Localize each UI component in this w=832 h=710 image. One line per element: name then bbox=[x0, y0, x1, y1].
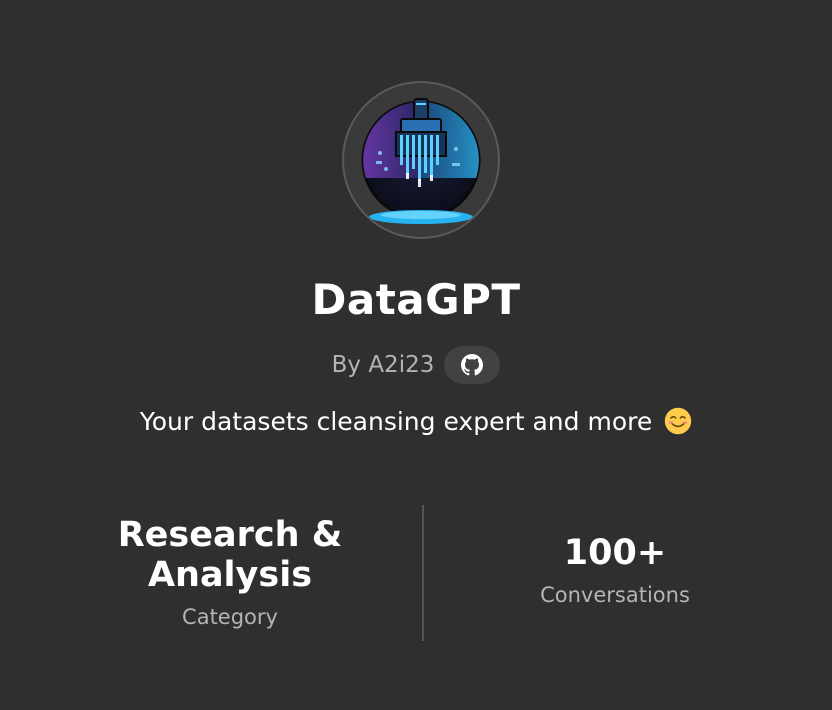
category-stat: Research & Analysis Category bbox=[30, 515, 430, 629]
category-value: Research & Analysis bbox=[30, 515, 430, 595]
description-text: Your datasets cleansing expert and more bbox=[139, 407, 653, 436]
gpt-profile-page: DataGPT By A2i23 Your datasets cleansing… bbox=[0, 0, 832, 710]
gpt-name: DataGPT bbox=[311, 275, 521, 324]
gpt-avatar bbox=[342, 81, 500, 239]
conversations-stat: 100+ Conversations bbox=[415, 533, 815, 607]
conversations-label: Conversations bbox=[540, 583, 690, 607]
gpt-description: Your datasets cleansing expert and more bbox=[0, 402, 832, 442]
gpt-stats: Research & Analysis Category 100+ Conver… bbox=[0, 505, 832, 641]
category-value-line2: Analysis bbox=[147, 555, 313, 595]
category-value-line1: Research & bbox=[117, 515, 343, 555]
github-icon bbox=[461, 354, 484, 376]
github-link-button[interactable] bbox=[444, 346, 501, 384]
author-name: By A2i23 bbox=[331, 352, 435, 378]
smiling-face-emoji-icon bbox=[664, 407, 692, 435]
author-byline: By A2i23 bbox=[0, 346, 832, 384]
category-label: Category bbox=[182, 605, 278, 629]
paintbrush-circuit-logo-icon bbox=[361, 98, 481, 224]
conversations-value: 100+ bbox=[563, 533, 667, 573]
